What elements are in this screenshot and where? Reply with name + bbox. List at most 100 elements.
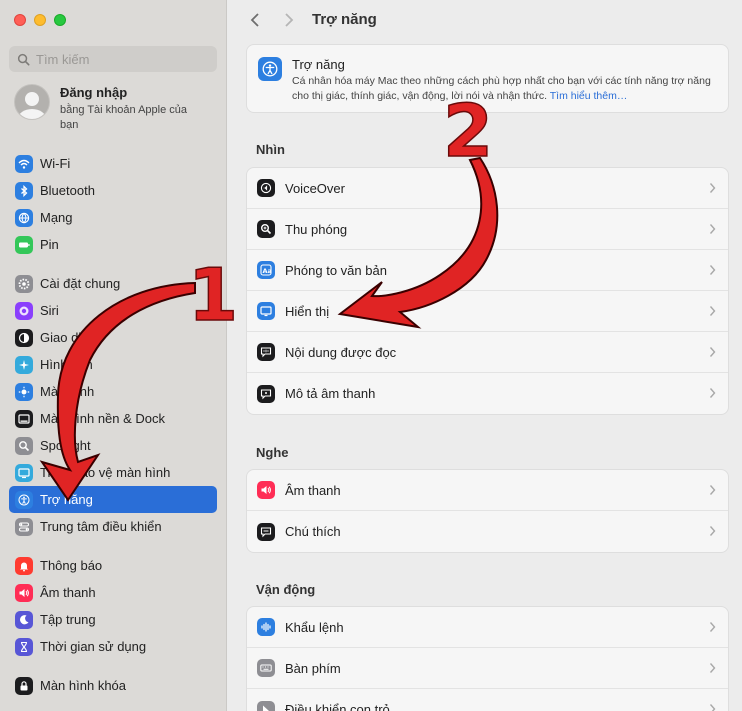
sidebar-group-network: Wi-Fi Bluetooth Mạng Pin [9, 150, 217, 258]
bell-icon [15, 556, 33, 575]
settings-row-label: Phóng to văn bản [285, 262, 387, 278]
close-window-button[interactable] [14, 14, 26, 26]
search-field[interactable] [9, 46, 217, 72]
keyboard-icon [257, 659, 275, 677]
sidebar-item-wifi[interactable]: Wi-Fi [9, 150, 217, 177]
zoom-window-button[interactable] [54, 14, 66, 26]
settings-row-audio-description[interactable]: Mô tả âm thanh [247, 373, 728, 414]
settings-row-pointer[interactable]: Điều khiển con trỏ [247, 689, 728, 711]
sidebar-item-label: Spotlight [40, 438, 91, 453]
chevron-right-icon [709, 347, 716, 357]
sidebar-item-gear[interactable]: Cài đặt chung [9, 270, 217, 297]
settings-row-captions[interactable]: Chú thích [247, 511, 728, 552]
appearance-icon [15, 328, 33, 347]
sidebar-item-speaker[interactable]: Âm thanh [9, 579, 217, 606]
sidebar-item-label: Bluetooth [40, 183, 95, 198]
bluetooth-icon [15, 181, 33, 200]
chevron-left-icon [250, 13, 259, 27]
sidebar-item-wallpaper[interactable]: Hình nền [9, 351, 217, 378]
chevron-right-icon [709, 388, 716, 398]
chevron-right-icon [709, 183, 716, 193]
account-signin[interactable]: Đăng nhập bằng Tài khoản Apple của bạn [14, 84, 190, 133]
settings-group-card: Âm thanh Chú thích [246, 469, 729, 553]
sidebar-item-bell[interactable]: Thông báo [9, 552, 217, 579]
captions-icon [257, 522, 275, 541]
chevron-right-icon [709, 704, 716, 711]
sidebar-item-hourglass[interactable]: Thời gian sử dụng [9, 633, 217, 660]
sidebar-item-display[interactable]: Màn hình [9, 378, 217, 405]
settings-row-speaker[interactable]: Âm thanh [247, 470, 728, 511]
settings-row-voice-control[interactable]: Khẩu lệnh [247, 607, 728, 648]
sidebar-item-accessibility[interactable]: Trợ năng [9, 486, 217, 513]
monitor-icon [257, 302, 275, 320]
sidebar-item-bluetooth[interactable]: Bluetooth [9, 177, 217, 204]
speech-bubble-icon [257, 343, 275, 361]
search-input[interactable] [36, 51, 206, 67]
chevron-right-icon [709, 526, 716, 536]
sidebar-item-label: Thông báo [40, 558, 103, 573]
spotlight-icon [15, 436, 33, 455]
sidebar-item-label: Âm thanh [40, 585, 96, 600]
sidebar-item-label: Màn hình khóa [40, 678, 127, 693]
speaker-icon [257, 481, 275, 499]
sidebar-item-lock[interactable]: Màn hình khóa [9, 672, 217, 699]
sidebar-item-spotlight[interactable]: Spotlight [9, 432, 217, 459]
sidebar-item-screensaver[interactable]: Trình bảo vệ màn hình [9, 459, 217, 486]
sidebar-item-siri[interactable]: Siri [9, 297, 217, 324]
chevron-right-icon [285, 13, 294, 27]
settings-row-label: Thu phóng [285, 221, 348, 237]
sidebar-item-globe[interactable]: Mạng [9, 204, 217, 231]
sidebar-item-label: Pin [40, 237, 59, 252]
settings-group-card: Khẩu lệnh Bàn phím Điều khiển con trỏ [246, 606, 729, 711]
chevron-right-icon [709, 485, 716, 495]
sidebar-item-label: Tập trung [40, 612, 96, 627]
settings-row-keyboard[interactable]: Bàn phím [247, 648, 728, 689]
sidebar-item-label: Màn hình nền & Dock [40, 411, 166, 426]
sidebar-item-label: Trung tâm điều khiển [40, 519, 162, 534]
chevron-right-icon [709, 663, 716, 673]
sidebar-item-label: Hình nền [40, 357, 93, 372]
sidebar-item-label: Màn hình [40, 384, 95, 399]
globe-icon [15, 208, 33, 227]
display-icon [15, 382, 33, 401]
intro-text: Cá nhân hóa máy Mac theo những cách phù … [292, 75, 711, 102]
settings-row-label: Khẩu lệnh [285, 619, 344, 635]
zoom-icon [257, 220, 275, 238]
sidebar-item-label: Trợ năng [40, 492, 93, 507]
settings-row-zoom[interactable]: Thu phóng [247, 209, 728, 250]
chevron-right-icon [709, 224, 716, 234]
moon-icon [15, 610, 33, 629]
forward-button[interactable] [280, 11, 298, 29]
section-title: Vận động [256, 582, 316, 597]
sidebar-item-moon[interactable]: Tập trung [9, 606, 217, 633]
back-button[interactable] [246, 11, 264, 29]
settings-row-voiceover[interactable]: VoiceOver [247, 168, 728, 209]
screensaver-icon [15, 463, 33, 482]
sidebar-item-dock[interactable]: Màn hình nền & Dock [9, 405, 217, 432]
settings-row-speech-bubble[interactable]: Nội dung được đọc [247, 332, 728, 373]
wifi-icon [15, 154, 33, 173]
sidebar-item-battery[interactable]: Pin [9, 231, 217, 258]
avatar [14, 84, 50, 120]
settings-row-label: Âm thanh [285, 482, 341, 498]
minimize-window-button[interactable] [34, 14, 46, 26]
accessibility-icon [258, 57, 282, 81]
sidebar-group-general: Cài đặt chung Siri Giao diện Hình nền Màn hì… [9, 270, 217, 540]
sidebar-item-label: Trình bảo vệ màn hình [40, 465, 171, 480]
settings-row-label: Điều khiển con trỏ [285, 702, 390, 711]
main-pane: Trợ năng Trợ năng Cá nhân hóa máy Mac th… [228, 0, 742, 711]
settings-row-text-zoom[interactable]: Aa Phóng to văn bản [247, 250, 728, 291]
sidebar-item-control-center[interactable]: Trung tâm điều khiển [9, 513, 217, 540]
settings-row-monitor[interactable]: Hiển thị [247, 291, 728, 332]
section-title: Nghe [256, 445, 289, 460]
sidebar-item-label: Cài đặt chung [40, 276, 121, 291]
sidebar-item-label: Wi-Fi [40, 156, 71, 171]
control-center-icon [15, 517, 33, 536]
pointer-icon [257, 700, 275, 711]
learn-more-link[interactable]: Tìm hiểu thêm… [550, 90, 628, 102]
settings-row-label: Nội dung được đọc [285, 344, 397, 360]
sidebar-group-lock: Màn hình khóa [9, 672, 217, 699]
settings-group-card: VoiceOver Thu phóng Aa Phóng to văn bản Hiển… [246, 167, 729, 415]
account-subtitle: bằng Tài khoản Apple của bạn [60, 104, 188, 131]
sidebar-item-appearance[interactable]: Giao diện [9, 324, 217, 351]
